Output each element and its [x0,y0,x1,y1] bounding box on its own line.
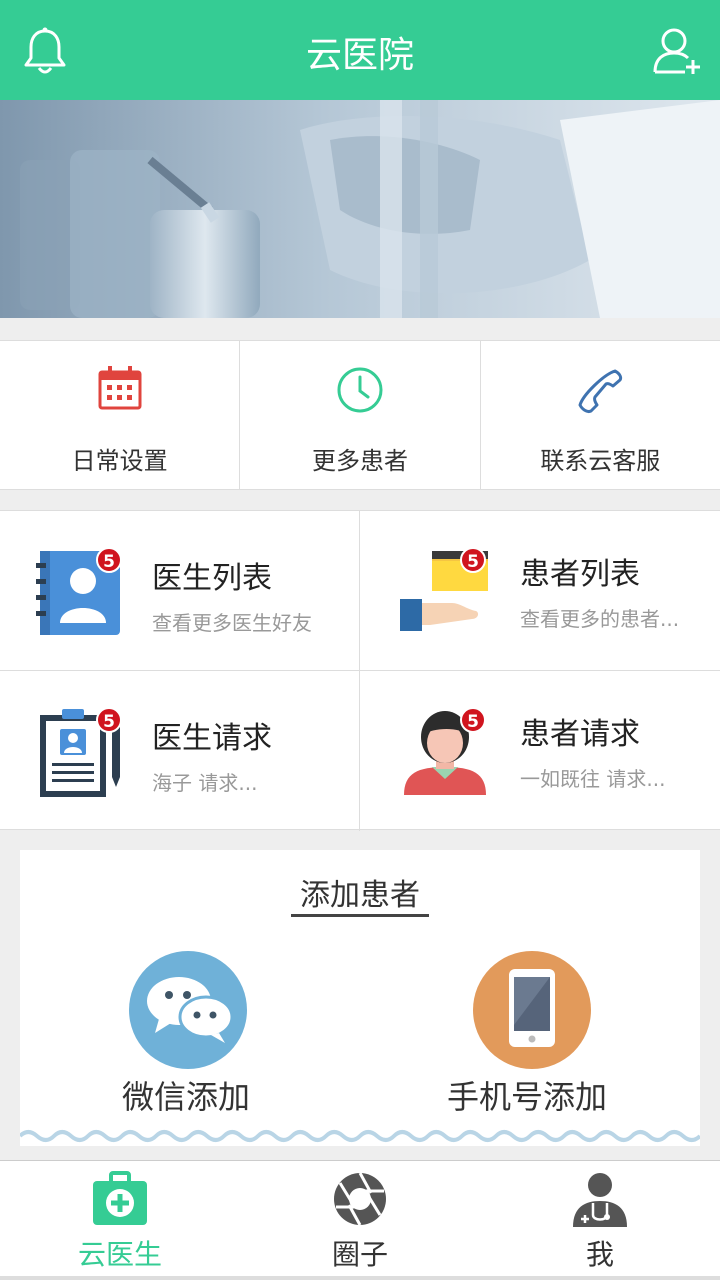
calendar-icon [98,366,142,410]
card-subtitle: 查看更多医生好友 [152,611,312,635]
tab-cloud-doctor[interactable]: 云医生 [0,1161,240,1277]
phone-icon [578,369,623,413]
bottom-tab-bar: 云医生 圈子 我 [0,1160,720,1276]
quick-actions: 日常设置 更多患者 联系云客服 [0,340,720,490]
doctor-profile-icon [573,1173,627,1227]
notification-badge: 5 [460,547,486,573]
tab-label: 云医生 [77,1238,162,1271]
medical-kit-icon [93,1171,147,1225]
notification-badge: 5 [96,707,122,733]
aperture-icon [334,1172,386,1226]
notification-badge: 5 [460,707,486,733]
app-header: 云医院 [0,0,720,100]
card-subtitle: 海子 请求... [152,771,258,795]
wave-divider [20,1130,700,1142]
notification-badge: 5 [96,547,122,573]
mobile-phone-icon [509,969,555,1047]
card-title: 医生列表 [152,561,272,596]
add-user-icon[interactable] [652,26,702,76]
page-title: 云医院 [305,35,414,76]
feature-grid: 5 医生列表 查看更多医生好友 5 患者列表 查看更多的患者... 5 医生请求… [0,510,720,831]
card-subtitle: 查看更多的患者... [520,607,680,631]
patient-list-card[interactable]: 5 患者列表 查看更多的患者... [360,511,720,671]
quick-action-label: 日常设置 [71,447,168,475]
quick-action-more-patients[interactable]: 更多患者 [240,341,481,489]
banner-carousel[interactable] [0,100,720,318]
wechat-icon [147,977,234,1043]
tab-label: 圈子 [331,1238,388,1271]
patient-request-card[interactable]: 5 患者请求 一如既往 请求... [360,671,720,831]
phone-add-button[interactable] [473,951,591,1069]
quick-action-daily-settings[interactable]: 日常设置 [0,341,241,489]
quick-action-contact-service[interactable]: 联系云客服 [481,341,720,489]
title-underline [291,914,429,917]
tab-me[interactable]: 我 [480,1161,720,1277]
doctor-request-card[interactable]: 5 医生请求 海子 请求... [0,671,360,831]
wechat-add-label: 微信添加 [122,1078,251,1116]
bottom-edge [0,1276,720,1280]
wechat-add-button[interactable] [129,951,247,1069]
phone-add-label: 手机号添加 [447,1078,608,1116]
tab-label: 我 [585,1238,614,1271]
card-title: 患者列表 [520,557,640,592]
section-title: 添加患者 [300,878,420,913]
add-patient-card: 添加患者 微信添加 手机号添加 [20,850,700,1146]
tab-circle[interactable]: 圈子 [240,1161,480,1277]
card-title: 医生请求 [152,721,272,756]
card-subtitle: 一如既往 请求... [520,767,666,791]
card-title: 患者请求 [520,717,640,752]
clock-icon [337,367,383,413]
doctor-list-card[interactable]: 5 医生列表 查看更多医生好友 [0,511,360,671]
quick-action-label: 更多患者 [311,447,408,475]
quick-action-label: 联系云客服 [540,447,661,475]
banner-image [0,100,720,318]
